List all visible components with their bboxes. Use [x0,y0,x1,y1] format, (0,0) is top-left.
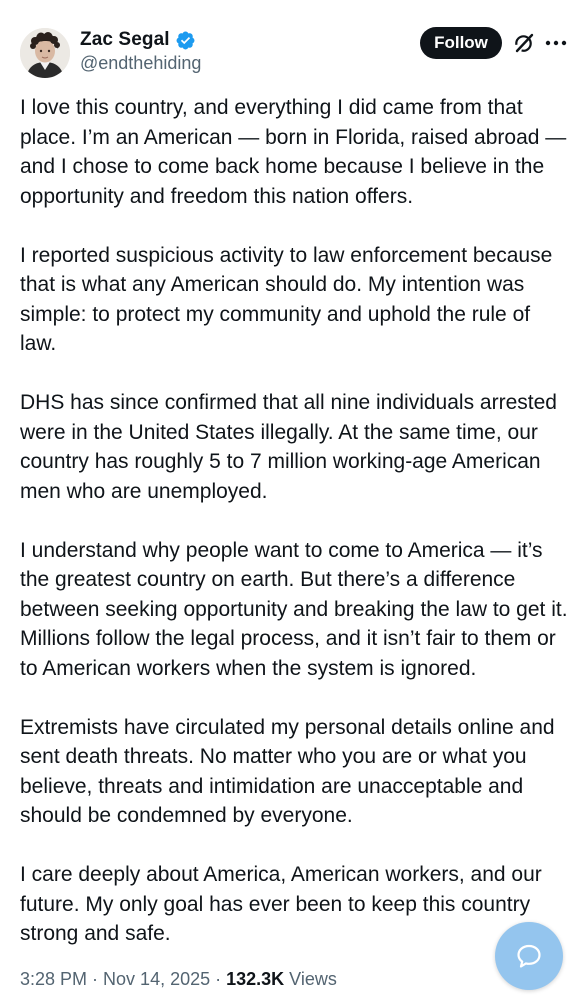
tweet-metadata: 3:28 PM · Nov 14, 2025 · 132.3K Views [20,969,337,990]
tweet-paragraph: DHS has since confirmed that all nine in… [20,391,557,503]
follow-button[interactable]: Follow [420,27,502,59]
author-display-name[interactable]: Zac Segal [80,29,170,51]
tweet-header: Zac Segal @endthehiding Follow [0,0,588,90]
tweet-paragraph: Extremists have circulated my personal d… [20,715,555,828]
author-name-row: Zac Segal [80,29,196,51]
meta-separator: · [210,969,227,989]
more-horizontal-icon[interactable] [543,31,569,55]
views-count[interactable]: 132.3K [226,969,284,989]
views-label: Views [284,969,337,989]
author-handle[interactable]: @endthehiding [80,53,201,74]
tweet-paragraph: I love this country, and everything I di… [20,96,567,208]
tweet-paragraph: I understand why people want to come to … [20,538,568,680]
tweet-paragraph: I care deeply about America, American wo… [20,863,542,945]
tweet-paragraph: I reported suspicious activity to law en… [20,243,553,356]
verified-badge-icon [176,31,195,49]
avatar-image [20,28,70,78]
chat-bubble-icon [517,944,541,968]
meta-separator: · [87,969,104,989]
tweet-date[interactable]: Nov 14, 2025 [103,969,210,989]
grok-icon[interactable] [512,31,536,55]
chat-fab-button[interactable] [495,922,563,990]
avatar[interactable] [20,28,70,78]
tweet-time[interactable]: 3:28 PM [20,969,87,989]
tweet-text: I love this country, and everything I di… [20,93,572,949]
